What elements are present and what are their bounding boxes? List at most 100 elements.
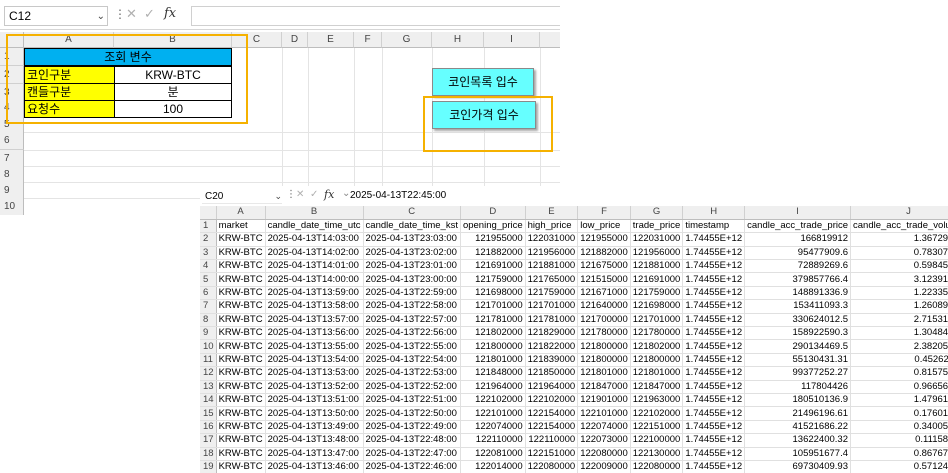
table-cell[interactable]: KRW-BTC	[216, 420, 266, 435]
column-header-i[interactable]: I	[744, 206, 851, 220]
row-header[interactable]: 7	[200, 299, 217, 314]
table-cell[interactable]: 69730409.93	[744, 460, 851, 473]
table-cell[interactable]: 1.74455E+12	[682, 232, 746, 247]
table-cell[interactable]: 2025-04-13T13:48:00	[265, 433, 364, 448]
table-cell[interactable]: 1.74455E+12	[682, 313, 746, 328]
table-cell[interactable]: 2.38205003	[850, 339, 948, 354]
header-cell[interactable]: timestamp	[682, 219, 746, 234]
table-cell[interactable]: 2025-04-13T13:53:00	[265, 366, 364, 381]
row-header[interactable]: 9	[200, 326, 217, 341]
formula-input[interactable]: 2025-04-13T22:45:00	[350, 190, 446, 201]
table-cell[interactable]: KRW-BTC	[216, 433, 266, 448]
table-cell[interactable]: 2025-04-13T14:01:00	[265, 259, 364, 274]
table-cell[interactable]: 99377252.27	[744, 366, 851, 381]
table-cell[interactable]: 2025-04-13T13:51:00	[265, 393, 364, 408]
table-cell[interactable]: 2025-04-13T22:54:00	[363, 353, 461, 368]
table-cell[interactable]: 121956000	[630, 246, 684, 261]
table-cell[interactable]: 55130431.31	[744, 353, 851, 368]
row-header[interactable]: 15	[200, 406, 217, 421]
table-cell[interactable]: 121765000	[525, 272, 579, 287]
table-cell[interactable]: 13622400.32	[744, 433, 851, 448]
column-header-g[interactable]: G	[630, 206, 684, 220]
table-cell[interactable]: 0.11158086	[850, 433, 948, 448]
table-cell[interactable]: 1.74455E+12	[682, 380, 746, 394]
more-options-icon[interactable]: ⋮	[286, 189, 296, 200]
table-cell[interactable]: 122102000	[630, 406, 684, 421]
table-cell[interactable]: 121691000	[630, 272, 684, 287]
table-cell[interactable]: 0.86767246	[850, 447, 948, 461]
table-cell[interactable]: 121822000	[525, 339, 579, 354]
table-cell[interactable]: 122102000	[460, 393, 526, 408]
table-cell[interactable]: 122081000	[460, 447, 526, 461]
column-header-d[interactable]: D	[282, 32, 308, 48]
table-cell[interactable]: 2025-04-13T13:59:00	[265, 286, 364, 301]
row-header[interactable]: 5	[200, 272, 217, 287]
table-cell[interactable]: 121759000	[525, 286, 579, 301]
table-cell[interactable]: 121780000	[577, 326, 631, 341]
table-cell[interactable]: 1.74455E+12	[682, 447, 746, 461]
table-cell[interactable]: 1.74455E+12	[682, 393, 746, 408]
row-header[interactable]: 14	[200, 393, 217, 408]
table-cell[interactable]: 1.74455E+12	[682, 420, 746, 435]
table-cell[interactable]: 121956000	[525, 246, 579, 261]
table-cell[interactable]: 2025-04-13T13:58:00	[265, 299, 364, 314]
table-cell[interactable]: 2025-04-13T22:53:00	[363, 366, 461, 381]
table-cell[interactable]: 121698000	[630, 299, 684, 314]
column-header-j[interactable]: J	[850, 206, 948, 220]
table-cell[interactable]: 2025-04-13T14:02:00	[265, 246, 364, 261]
table-cell[interactable]: 121800000	[577, 339, 631, 354]
table-cell[interactable]: 121882000	[460, 246, 526, 261]
table-cell[interactable]: 121701000	[525, 299, 579, 314]
table-cell[interactable]: 2025-04-13T13:50:00	[265, 406, 364, 421]
table-cell[interactable]: 2025-04-13T23:01:00	[363, 259, 461, 274]
table-cell[interactable]: 0.45262115	[850, 353, 948, 368]
table-cell[interactable]: 122080000	[525, 460, 579, 473]
table-cell[interactable]: 153411093.3	[744, 299, 851, 314]
column-header-h[interactable]: H	[432, 32, 484, 48]
row-header[interactable]: 4	[200, 259, 217, 274]
table-cell[interactable]: 180510136.9	[744, 393, 851, 408]
table-cell[interactable]: 122073000	[577, 433, 631, 448]
confirm-icon[interactable]: ✓	[144, 6, 155, 22]
table-cell[interactable]: 121847000	[630, 380, 684, 394]
column-header-h[interactable]: H	[682, 206, 746, 220]
table-cell[interactable]: 2025-04-13T23:00:00	[363, 272, 461, 287]
table-cell[interactable]: 330624012.5	[744, 313, 851, 328]
row-header[interactable]: 11	[200, 353, 217, 368]
table-cell[interactable]: 122100000	[630, 433, 684, 448]
table-cell[interactable]: 122130000	[630, 447, 684, 461]
table-cell[interactable]: 1.74455E+12	[682, 460, 746, 473]
table-cell[interactable]: KRW-BTC	[216, 366, 266, 381]
table-cell[interactable]: 0.34005231	[850, 420, 948, 435]
row-header-6[interactable]: 6	[0, 132, 24, 150]
table-cell[interactable]: KRW-BTC	[216, 326, 266, 341]
row-header[interactable]: 6	[200, 286, 217, 301]
row-header[interactable]: 12	[200, 366, 217, 381]
table-cell[interactable]: 105951677.4	[744, 447, 851, 461]
table-cell[interactable]: 2025-04-13T22:58:00	[363, 299, 461, 314]
table-cell[interactable]: 121671000	[577, 286, 631, 301]
table-cell[interactable]: 121691000	[460, 259, 526, 274]
cancel-icon[interactable]: ✕	[126, 6, 137, 22]
table-cell[interactable]: 0.78307555	[850, 246, 948, 261]
row-header[interactable]: 18	[200, 447, 217, 461]
table-cell[interactable]: 121847000	[577, 380, 631, 394]
table-cell[interactable]: 21496196.61	[744, 406, 851, 421]
table-cell[interactable]: 166819912	[744, 232, 851, 247]
table-cell[interactable]: 121839000	[525, 353, 579, 368]
table-cell[interactable]: 2025-04-13T22:56:00	[363, 326, 461, 341]
row-header[interactable]: 2	[200, 232, 217, 247]
table-cell[interactable]: 122031000	[630, 232, 684, 247]
header-cell[interactable]: high_price	[525, 219, 579, 234]
table-cell[interactable]: KRW-BTC	[216, 353, 266, 368]
table-cell[interactable]: 121802000	[630, 339, 684, 354]
table-cell[interactable]: KRW-BTC	[216, 299, 266, 314]
table-cell[interactable]: 0.96656505	[850, 380, 948, 394]
table-cell[interactable]: 121955000	[460, 232, 526, 247]
table-cell[interactable]: 2025-04-13T13:52:00	[265, 380, 364, 394]
table-cell[interactable]: 121759000	[460, 272, 526, 287]
table-cell[interactable]: 117804426	[744, 380, 851, 394]
table-cell[interactable]: 1.74455E+12	[682, 286, 746, 301]
table-cell[interactable]: 121801000	[460, 353, 526, 368]
header-cell[interactable]: low_price	[577, 219, 631, 234]
